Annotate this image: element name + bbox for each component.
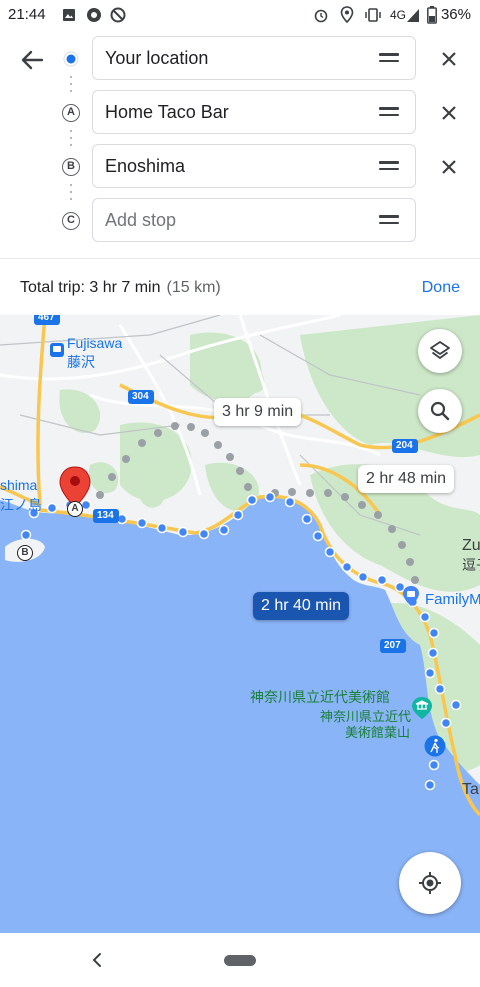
divider bbox=[0, 258, 480, 259]
add-stop-field[interactable]: Add stop bbox=[92, 198, 416, 242]
label-fujisawa: Fujisawa bbox=[67, 335, 123, 351]
train-icon bbox=[50, 343, 64, 357]
road-shield-204: 204 bbox=[396, 440, 413, 451]
my-location-icon bbox=[419, 872, 441, 894]
stop-a-text: Home Taco Bar bbox=[105, 102, 229, 122]
stop-b-field[interactable]: Enoshima bbox=[92, 144, 416, 188]
stop-b-text: Enoshima bbox=[105, 156, 186, 176]
label-zushi: Zu bbox=[462, 537, 480, 554]
drag-handle-icon[interactable] bbox=[379, 107, 399, 117]
image-notification-icon bbox=[63, 9, 75, 21]
drag-handle-icon[interactable] bbox=[379, 215, 399, 225]
origin-text: Your location bbox=[105, 48, 209, 68]
record-notification-icon bbox=[87, 8, 101, 22]
battery-percent: 36% bbox=[440, 6, 471, 23]
origin-field[interactable]: Your location bbox=[92, 36, 416, 80]
route-dot bbox=[70, 184, 72, 186]
route-dot bbox=[70, 130, 72, 132]
map-marker-b: B bbox=[17, 545, 33, 561]
label-enoshima-jp: 江ノ島 bbox=[0, 497, 42, 513]
road-shield-134: 134 bbox=[97, 510, 114, 521]
label-zushi-jp: 逗子 bbox=[462, 557, 480, 573]
trip-distance: (15 km) bbox=[166, 279, 221, 296]
marker-c: C bbox=[62, 212, 80, 230]
drag-handle-icon[interactable] bbox=[379, 53, 399, 63]
route-dot bbox=[70, 198, 72, 200]
layers-icon bbox=[430, 341, 450, 359]
add-stop-placeholder: Add stop bbox=[105, 210, 177, 230]
road-shield-304: 304 bbox=[132, 391, 149, 402]
label-museum-small-2: 美術館葉山 bbox=[345, 725, 411, 740]
nav-back-icon[interactable] bbox=[90, 952, 104, 968]
road-shield-467: 467 bbox=[38, 315, 55, 323]
layers-button[interactable] bbox=[418, 329, 462, 373]
close-icon[interactable] bbox=[440, 50, 458, 68]
route-dot bbox=[70, 90, 72, 92]
network-type: 4G bbox=[390, 8, 407, 22]
done-button[interactable]: Done bbox=[422, 279, 460, 297]
signal-icon bbox=[407, 9, 419, 22]
trip-time: Total trip: 3 hr 7 min bbox=[20, 279, 161, 296]
label-enoshima: shima bbox=[0, 477, 38, 493]
route-dot bbox=[70, 144, 72, 146]
road-shield-207: 207 bbox=[384, 640, 401, 651]
label-ta: Ta bbox=[462, 781, 479, 798]
route-dot bbox=[70, 191, 72, 193]
back-arrow-icon[interactable] bbox=[18, 46, 46, 74]
my-location-button[interactable] bbox=[399, 852, 461, 914]
search-button[interactable] bbox=[418, 389, 462, 433]
location-status-icon bbox=[340, 6, 354, 24]
origin-dot-icon bbox=[63, 51, 79, 67]
marker-a: A bbox=[62, 104, 80, 122]
drag-handle-icon[interactable] bbox=[379, 161, 399, 171]
label-fujisawa-jp: 藤沢 bbox=[67, 354, 95, 370]
marker-b: B bbox=[62, 158, 80, 176]
dnd-notification-icon bbox=[110, 7, 126, 23]
directions-panel: Your location A Home Taco Bar B Enoshima… bbox=[0, 30, 480, 315]
system-nav-bar bbox=[0, 933, 480, 987]
battery-icon bbox=[427, 6, 437, 24]
stop-a-field[interactable]: Home Taco Bar bbox=[92, 90, 416, 134]
route-dot bbox=[70, 137, 72, 139]
trip-summary: Total trip: 3 hr 7 min (15 km) bbox=[20, 279, 221, 297]
close-icon[interactable] bbox=[440, 158, 458, 176]
home-pill-icon[interactable] bbox=[224, 955, 256, 966]
map-marker-a: A bbox=[67, 501, 83, 517]
close-icon[interactable] bbox=[440, 104, 458, 122]
route-chip-alt2[interactable]: 2 hr 48 min bbox=[358, 465, 455, 493]
alarm-icon bbox=[314, 9, 328, 23]
label-museum: 神奈川県立近代美術館 bbox=[250, 689, 390, 705]
shop-icon bbox=[403, 586, 419, 606]
route-dot bbox=[70, 83, 72, 85]
route-dot bbox=[70, 76, 72, 78]
status-bar: 21:44 4G 36% bbox=[0, 0, 480, 30]
label-familymart[interactable]: FamilyM bbox=[425, 591, 480, 608]
vibrate-icon bbox=[365, 8, 381, 22]
walk-icon bbox=[424, 735, 446, 757]
route-chip-alt1[interactable]: 3 hr 9 min bbox=[214, 398, 302, 426]
search-icon bbox=[430, 401, 450, 421]
map-view[interactable]: 467 304 134 204 207 Fujisawa 藤沢 shima 江ノ… bbox=[0, 315, 480, 933]
status-time: 21:44 bbox=[8, 6, 46, 23]
museum-icon[interactable] bbox=[411, 696, 433, 720]
route-chip-selected[interactable]: 2 hr 40 min bbox=[253, 592, 350, 620]
